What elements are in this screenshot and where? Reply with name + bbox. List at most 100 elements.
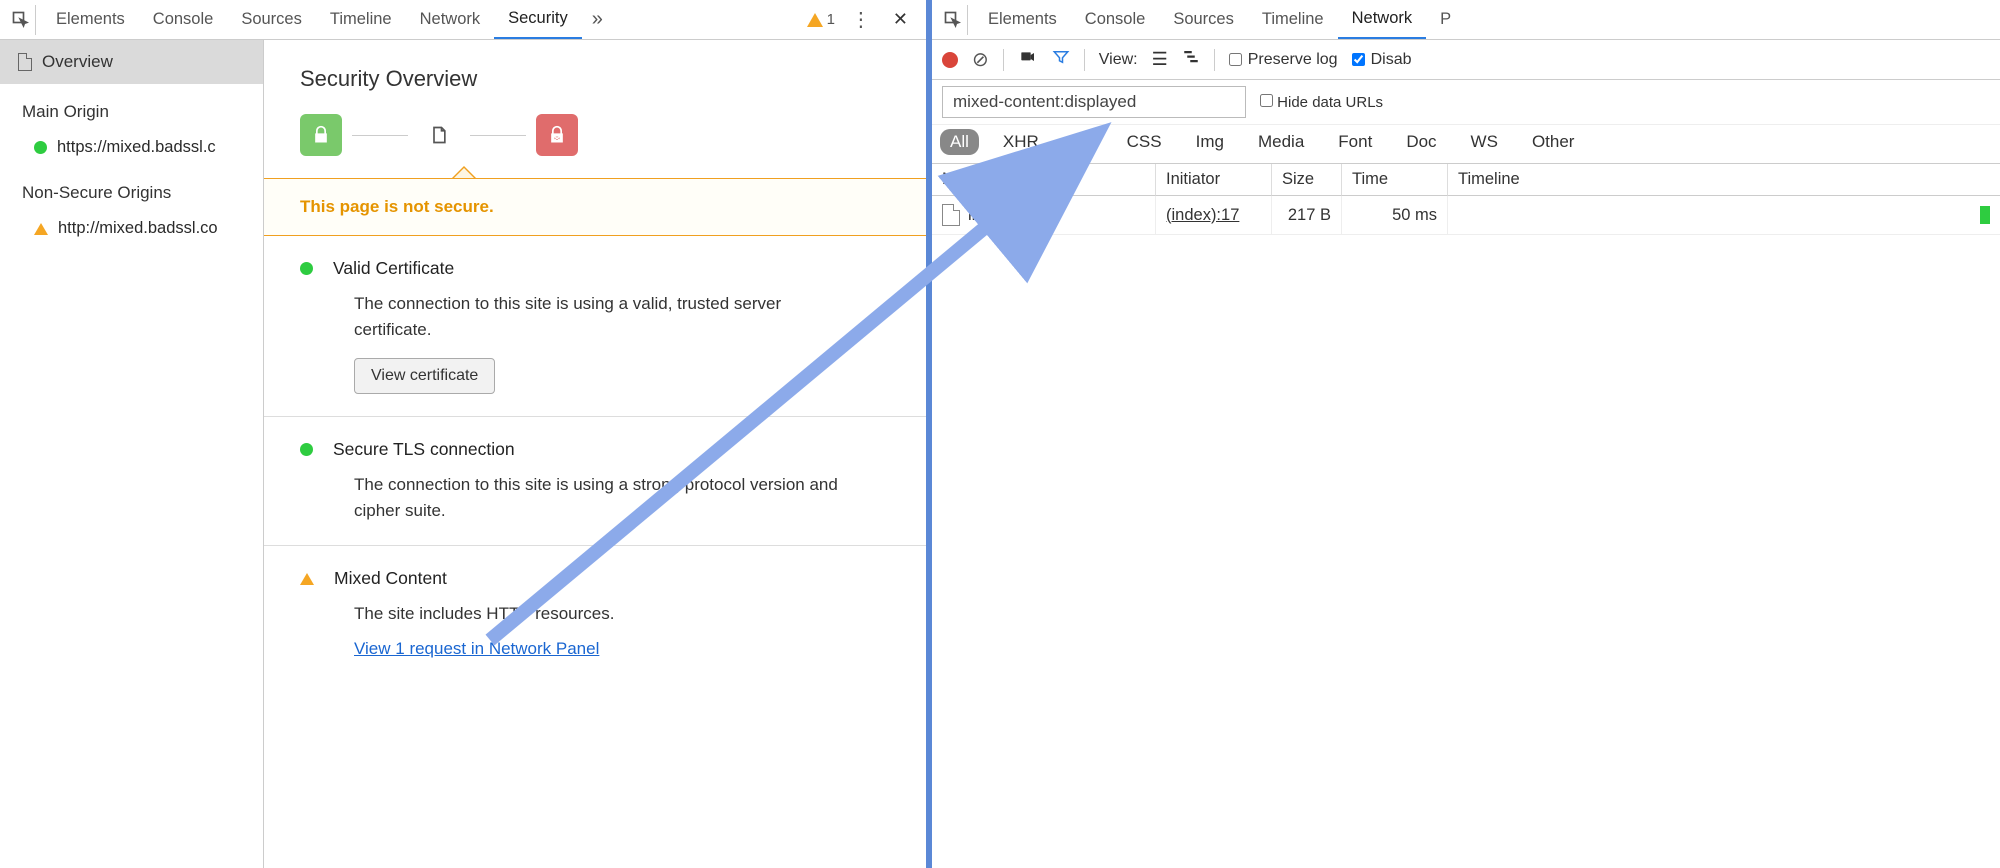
sidebar-nonsecure-origin[interactable]: http://mixed.badssl.co (0, 211, 263, 246)
warning-count: 1 (827, 11, 835, 28)
security-overview-content: Security Overview This page is not (264, 40, 926, 868)
sidebar-overview[interactable]: Overview (0, 40, 263, 84)
filter-chip-xhr[interactable]: XHR (993, 129, 1049, 155)
toolbar-divider (1084, 49, 1085, 71)
security-item-tls: Secure TLS connection The connection to … (264, 417, 926, 546)
status-warning-icon (34, 223, 48, 235)
tab-network-left[interactable]: Network (406, 0, 495, 40)
devtools-tabstrip-left: Elements Console Sources Timeline Networ… (0, 0, 926, 40)
filter-input[interactable] (942, 86, 1246, 118)
security-banner: This page is not secure. (264, 178, 926, 236)
mixed-title: Mixed Content (334, 568, 447, 589)
filter-chip-ws[interactable]: WS (1461, 129, 1508, 155)
preserve-log-checkbox[interactable]: Preserve log (1229, 51, 1338, 69)
row-initiator-text: (index):17 (1166, 206, 1239, 225)
status-dot-green-icon (300, 262, 313, 275)
screenshot-icon[interactable] (1018, 49, 1038, 70)
tab-timeline[interactable]: Timeline (316, 0, 406, 40)
filter-funnel-icon[interactable] (1052, 48, 1070, 71)
col-size[interactable]: Size (1272, 164, 1342, 196)
filter-chip-other[interactable]: Other (1522, 129, 1585, 155)
clear-icon[interactable]: ⊘ (972, 47, 989, 72)
filter-chip-all[interactable]: All (940, 129, 979, 155)
filter-chip-js[interactable]: JS (1063, 129, 1103, 155)
inspect-element-icon[interactable] (6, 5, 36, 35)
sidebar-main-origin-url: https://mixed.badssl.c (57, 138, 216, 157)
kebab-menu-icon[interactable]: ⋮ (845, 7, 877, 32)
disable-cache-input[interactable] (1352, 53, 1365, 66)
timeline-bar-icon (1980, 206, 1990, 224)
sidebar-nonsecure-heading: Non-Secure Origins (0, 165, 263, 211)
network-table: Name Initiator Size Time Timeline image.… (932, 164, 2000, 235)
page-neutral-icon (418, 114, 460, 156)
inspect-element-icon[interactable] (938, 5, 968, 35)
view-waterfall-icon[interactable] (1182, 48, 1200, 71)
sidebar-main-origin[interactable]: https://mixed.badssl.c (0, 130, 263, 165)
tab-security[interactable]: Security (494, 0, 582, 40)
lock-insecure-icon (536, 114, 578, 156)
record-icon[interactable] (942, 52, 958, 68)
disable-cache-label: Disab (1371, 51, 1412, 69)
filter-chip-media[interactable]: Media (1248, 129, 1314, 155)
status-dot-green-icon (300, 443, 313, 456)
devtools-security-pane: Elements Console Sources Timeline Networ… (0, 0, 932, 868)
sidebar-nonsecure-origin-url: http://mixed.badssl.co (58, 219, 218, 238)
hide-data-urls-checkbox[interactable]: Hide data URLs (1260, 94, 1383, 111)
disable-cache-checkbox[interactable]: Disab (1352, 51, 1412, 69)
toolbar-divider (1003, 49, 1004, 71)
security-item-certificate: Valid Certificate The connection to this… (264, 236, 926, 417)
filter-chip-doc[interactable]: Doc (1396, 129, 1446, 155)
tab-timeline-r[interactable]: Timeline (1248, 0, 1338, 40)
security-overview-heading: Security Overview (264, 40, 926, 114)
tab-sources[interactable]: Sources (227, 0, 316, 40)
security-item-mixed: Mixed Content The site includes HTTP res… (264, 546, 926, 681)
cell-size: 217 B (1272, 196, 1342, 235)
hide-data-urls-label: Hide data URLs (1277, 94, 1383, 111)
tls-title: Secure TLS connection (333, 439, 515, 460)
view-label: View: (1099, 51, 1138, 69)
hide-data-urls-input[interactable] (1260, 94, 1273, 107)
certificate-title: Valid Certificate (333, 258, 454, 279)
filter-chip-font[interactable]: Font (1328, 129, 1382, 155)
col-timeline[interactable]: Timeline (1448, 164, 2000, 196)
cell-initiator[interactable]: (index):17 (1156, 196, 1272, 235)
toolbar-divider (1214, 49, 1215, 71)
security-sidebar: Overview Main Origin https://mixed.badss… (0, 40, 264, 868)
close-devtools-icon[interactable]: ✕ (887, 9, 914, 30)
tabs-overflow-icon[interactable]: » (582, 8, 613, 31)
tab-network-r[interactable]: Network (1338, 0, 1427, 40)
indicator-connector (470, 135, 526, 136)
filter-chip-css[interactable]: CSS (1117, 129, 1172, 155)
tab-console[interactable]: Console (139, 0, 228, 40)
indicator-connector (352, 135, 408, 136)
warning-triangle-icon (807, 13, 823, 27)
sidebar-main-origin-heading: Main Origin (0, 84, 263, 130)
preserve-log-label: Preserve log (1248, 51, 1338, 69)
tab-console-r[interactable]: Console (1071, 0, 1160, 40)
status-dot-green-icon (34, 141, 47, 154)
warnings-badge[interactable]: 1 (807, 11, 835, 28)
tab-elements[interactable]: Elements (42, 0, 139, 40)
security-indicator-bar (264, 114, 926, 178)
tab-elements-r[interactable]: Elements (974, 0, 1071, 40)
view-certificate-button[interactable]: View certificate (354, 358, 495, 394)
view-list-icon[interactable]: ☰ (1152, 49, 1168, 70)
tab-sources-r[interactable]: Sources (1159, 0, 1248, 40)
lock-secure-icon (300, 114, 342, 156)
network-type-filters: All XHR JS CSS Img Media Font Doc WS Oth… (932, 125, 2000, 164)
mixed-desc: The site includes HTTP resources. (300, 589, 860, 627)
network-filter-row: Hide data URLs (932, 80, 2000, 125)
preserve-log-input[interactable] (1229, 53, 1242, 66)
tls-desc: The connection to this site is using a s… (300, 460, 860, 523)
tab-cut-r[interactable]: P (1426, 0, 1451, 40)
view-request-link[interactable]: View 1 request in Network Panel (354, 639, 599, 659)
col-initiator[interactable]: Initiator (1156, 164, 1272, 196)
col-name[interactable]: Name (932, 164, 1156, 196)
cell-time: 50 ms (1342, 196, 1448, 235)
cell-timeline (1448, 196, 2000, 235)
col-time[interactable]: Time (1342, 164, 1448, 196)
status-warning-icon (300, 573, 314, 585)
cell-name[interactable]: image.jpg (932, 196, 1156, 235)
certificate-desc: The connection to this site is using a v… (300, 279, 860, 342)
filter-chip-img[interactable]: Img (1186, 129, 1234, 155)
